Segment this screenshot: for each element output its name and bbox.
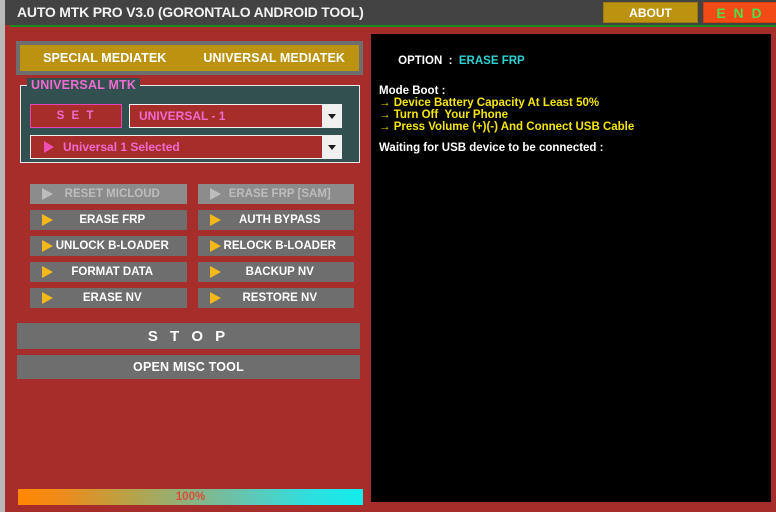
- console-option-value: ERASE FRP: [458, 55, 525, 67]
- set-button[interactable]: S E T: [30, 104, 122, 128]
- auth-bypass-button[interactable]: AUTH BYPASS: [197, 210, 354, 230]
- erase-nv-button[interactable]: ERASE NV: [30, 288, 187, 308]
- format-data-button[interactable]: FORMAT DATA: [30, 262, 187, 282]
- console-step-3: → Press Volume (+)(-) And Connect USB Ca…: [379, 121, 635, 133]
- button-label: RELOCK B-LOADER: [223, 240, 336, 252]
- console-spacer: [379, 133, 634, 142]
- console-option-key: OPTION :: [398, 55, 453, 67]
- play-triangle-icon: [42, 292, 53, 304]
- button-label: UNLOCK B-LOADER: [55, 240, 169, 252]
- backup-nv-button[interactable]: BACKUP NV: [197, 262, 354, 282]
- play-triangle-icon: [209, 292, 221, 304]
- app-title: AUTO MTK PRO V3.0 (GORONTALO ANDROID TOO…: [17, 4, 364, 20]
- log-console[interactable]: OPTION : ERASE FRP Mode Boot : → Device …: [371, 34, 771, 502]
- relock-bootloader-button[interactable]: RELOCK B-LOADER: [197, 236, 354, 256]
- button-label: RESTORE NV: [242, 292, 318, 304]
- console-step-1: → Device Battery Capacity At Least 50%: [379, 97, 600, 109]
- end-button[interactable]: E N D: [703, 2, 776, 23]
- play-triangle-icon: [44, 141, 54, 153]
- console-body: Mode Boot : → Device Battery Capacity At…: [379, 85, 634, 154]
- button-label: RESET MICLOUD: [64, 188, 160, 200]
- button-label: ERASE FRP [SAM]: [228, 188, 331, 200]
- title-bar: AUTO MTK PRO V3.0 (GORONTALO ANDROID TOO…: [5, 0, 776, 25]
- console-step-2: → Turn Off Your Phone: [379, 109, 509, 121]
- button-label: ERASE FRP: [79, 214, 146, 226]
- status-dropdown-label: Universal 1 Selected: [63, 140, 180, 154]
- restore-nv-button[interactable]: RESTORE NV: [197, 288, 354, 308]
- tab-special-mediatek[interactable]: SPECIAL MEDIATEK: [20, 51, 190, 65]
- progress-label: 100%: [175, 491, 206, 503]
- play-triangle-icon: [209, 240, 221, 252]
- stop-button[interactable]: S T O P: [17, 323, 360, 349]
- console-status-line: Waiting for USB device to be connected :: [379, 142, 604, 154]
- button-label: AUTH BYPASS: [238, 214, 321, 226]
- play-triangle-icon: [42, 214, 53, 226]
- play-triangle-icon: [209, 266, 221, 278]
- play-triangle-icon: [209, 214, 221, 226]
- action-button-grid: RESET MICLOUD ERASE FRP [SAM] ERASE FRP …: [30, 184, 354, 308]
- unlock-bootloader-button[interactable]: UNLOCK B-LOADER: [30, 236, 187, 256]
- button-label: FORMAT DATA: [71, 266, 154, 278]
- mediatek-tab-bar: SPECIAL MEDIATEK UNIVERSAL MEDIATEK: [16, 41, 363, 75]
- play-triangle-icon: [42, 266, 53, 278]
- status-dropdown[interactable]: Universal 1 Selected: [30, 135, 342, 159]
- console-option-line: OPTION : ERASE FRP: [379, 43, 525, 79]
- erase-frp-sam-button: ERASE FRP [SAM]: [197, 184, 354, 204]
- chevron-down-icon[interactable]: [322, 105, 341, 127]
- button-label: BACKUP NV: [245, 266, 314, 278]
- play-triangle-icon: [42, 188, 53, 200]
- universal-mtk-group-label: UNIVERSAL MTK: [27, 78, 141, 92]
- button-label: ERASE NV: [82, 292, 142, 304]
- erase-frp-button[interactable]: ERASE FRP: [30, 210, 187, 230]
- title-divider: [10, 25, 776, 27]
- model-dropdown[interactable]: UNIVERSAL - 1: [129, 104, 342, 128]
- open-misc-tool-button[interactable]: OPEN MISC TOOL: [17, 355, 360, 379]
- play-triangle-icon: [209, 188, 221, 200]
- play-triangle-icon: [42, 240, 53, 252]
- reset-micloud-button: RESET MICLOUD: [30, 184, 187, 204]
- status-dropdown-value: Universal 1 Selected: [31, 136, 322, 158]
- progress-bar: 100%: [18, 489, 363, 505]
- application-window: AUTO MTK PRO V3.0 (GORONTALO ANDROID TOO…: [0, 0, 776, 512]
- model-dropdown-value: UNIVERSAL - 1: [130, 105, 322, 127]
- tab-universal-mediatek[interactable]: UNIVERSAL MEDIATEK: [190, 51, 360, 65]
- console-mode-boot-header: Mode Boot :: [379, 85, 446, 97]
- chevron-down-icon[interactable]: [322, 136, 341, 158]
- about-button[interactable]: ABOUT: [603, 2, 698, 23]
